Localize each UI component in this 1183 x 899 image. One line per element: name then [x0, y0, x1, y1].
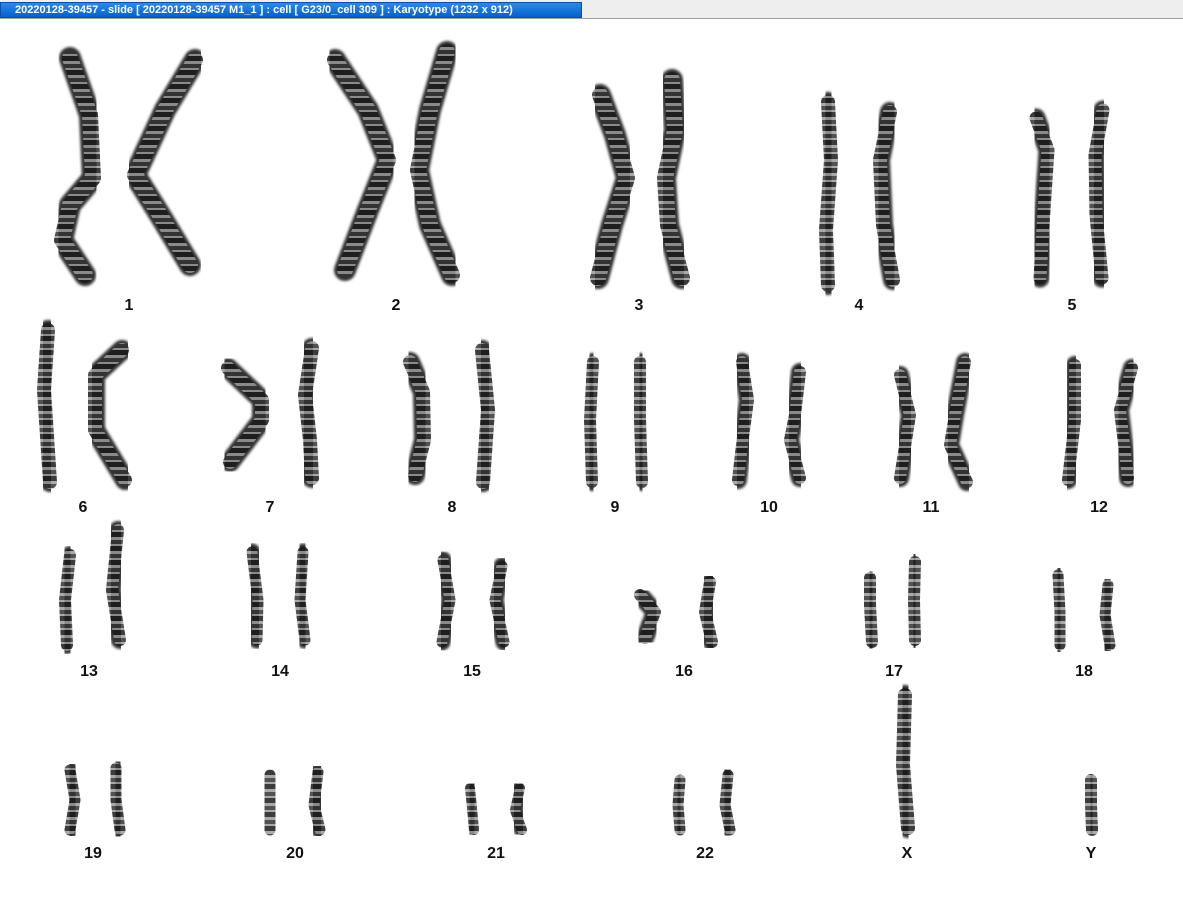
chromosome-13-bands-1	[59, 549, 76, 651]
chromosome-6-bands-1	[37, 323, 57, 489]
chromosome-3-bands-1	[590, 87, 635, 286]
chromosome-label-6: 6	[78, 499, 88, 516]
chromosome-label-14: 14	[271, 663, 289, 680]
chromosome-label-17: 17	[885, 663, 903, 680]
chromosome-pair-15[interactable]	[433, 551, 513, 651]
chromosome-label-20: 20	[286, 845, 304, 862]
chromosome-label-18: 18	[1075, 663, 1093, 680]
chromosome-pair-17[interactable]	[861, 553, 924, 651]
chromosome-pair-6[interactable]	[34, 320, 135, 492]
chromosome-Y-bands-1	[1085, 774, 1098, 836]
chromosome-pair-14[interactable]	[243, 543, 314, 649]
chromosome-22-bands-2	[719, 769, 736, 836]
chromosome-pair-16[interactable]	[631, 573, 721, 651]
chromosome-pair-19[interactable]	[61, 759, 129, 839]
chromosome-label-3: 3	[634, 297, 644, 314]
chromosome-6-bands-2	[88, 343, 132, 487]
chromosome-20-bands-2	[308, 766, 326, 836]
chromosome-pair-4[interactable]	[816, 92, 903, 295]
chromosome-label-8: 8	[447, 499, 457, 516]
chromosome-9-bands-2	[634, 356, 648, 488]
chromosome-pair-2[interactable]	[324, 41, 463, 286]
chromosome-label-4: 4	[854, 297, 864, 314]
chromosome-pair-Y[interactable]	[1082, 771, 1101, 839]
chromosome-12-bands-1	[1062, 359, 1081, 486]
chromosome-pair-20[interactable]	[261, 763, 329, 839]
chromosome-label-10: 10	[760, 499, 778, 516]
chromosome-19-bands-2	[110, 762, 126, 836]
chromosome-pair-9[interactable]	[581, 353, 651, 491]
chromosome-14-bands-1	[246, 546, 264, 646]
chromosome-pair-13[interactable]	[56, 521, 129, 654]
chromosome-pair-1[interactable]	[51, 47, 206, 286]
chromosome-17-bands-2	[908, 556, 921, 646]
chromosome-7-bands-2	[298, 341, 319, 485]
chromosome-pair-11[interactable]	[891, 353, 976, 491]
chromosome-16-bands-2	[699, 576, 718, 648]
chromosome-21-bands-1	[465, 783, 479, 835]
chromosome-pair-18[interactable]	[1049, 566, 1119, 654]
chromosome-label-21: 21	[487, 845, 505, 862]
chromosome-pair-X[interactable]	[893, 685, 918, 838]
chromosome-pair-3[interactable]	[587, 69, 693, 289]
chromosome-pair-10[interactable]	[729, 353, 809, 489]
chromosome-4-bands-1	[819, 95, 838, 292]
chromosome-19-bands-1	[64, 764, 81, 836]
chromosome-label-2: 2	[391, 297, 401, 314]
chromosome-16-bands-1	[634, 589, 661, 644]
chromosome-pair-12[interactable]	[1059, 356, 1141, 489]
chromosome-label-Y: Y	[1085, 845, 1097, 862]
chromosome-label-16: 16	[675, 663, 693, 680]
chromosome-label-13: 13	[80, 663, 98, 680]
chromosome-label-5: 5	[1067, 297, 1077, 314]
chromosome-5-bands-2	[1088, 103, 1110, 285]
chromosome-label-1: 1	[124, 297, 134, 314]
chromosome-22-bands-1	[672, 774, 686, 836]
chromosome-pair-22[interactable]	[669, 766, 739, 839]
chromosome-pair-5[interactable]	[1026, 100, 1113, 288]
chromosome-label-22: 22	[696, 845, 714, 862]
chromosome-label-9: 9	[610, 499, 620, 516]
chromosome-1-bands-1	[54, 50, 101, 283]
chromosome-X-bands-1	[896, 688, 915, 835]
chromosome-label-19: 19	[84, 845, 102, 862]
chromosome-label-X: X	[901, 845, 913, 862]
chromosome-label-7: 7	[265, 499, 275, 516]
chromosome-14-bands-2	[294, 546, 311, 646]
chromosome-pair-8[interactable]	[400, 340, 498, 492]
chromosome-label-15: 15	[463, 663, 481, 680]
chromosome-label-12: 12	[1090, 499, 1108, 516]
karyogram-chromosomes	[34, 41, 1141, 839]
chromosome-pair-7[interactable]	[218, 338, 322, 488]
chromosome-pair-21[interactable]	[462, 780, 530, 838]
chromosome-17-bands-1	[864, 572, 878, 648]
chromosome-18-bands-1	[1052, 569, 1066, 651]
chromosome-9-bands-1	[584, 356, 599, 488]
chromosome-18-bands-2	[1099, 579, 1116, 651]
chromosome-label-11: 11	[922, 499, 940, 516]
chromosome-8-bands-2	[475, 343, 495, 489]
